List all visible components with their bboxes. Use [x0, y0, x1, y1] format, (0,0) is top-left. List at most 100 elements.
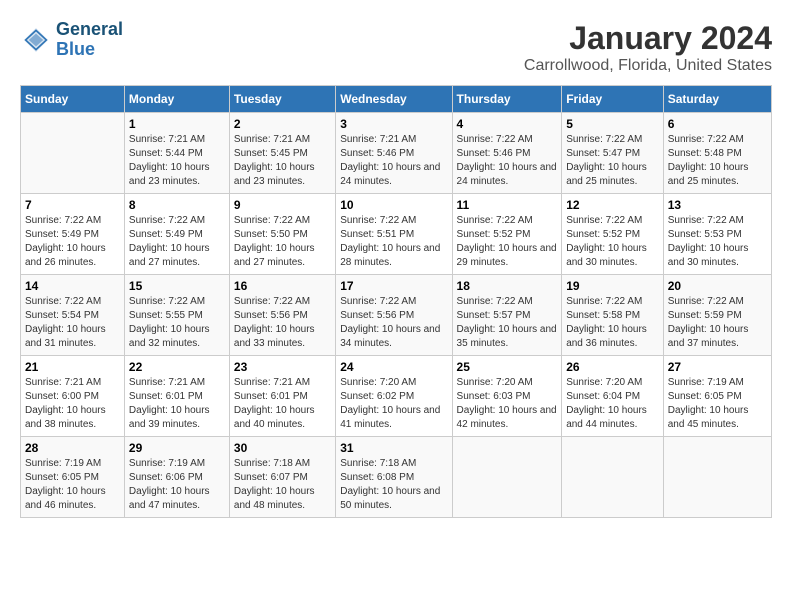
day-number: 25	[457, 360, 558, 374]
day-info: Sunrise: 7:19 AMSunset: 6:05 PMDaylight:…	[668, 376, 767, 432]
day-info: Sunrise: 7:22 AMSunset: 5:59 PMDaylight:…	[668, 295, 767, 351]
day-info: Sunrise: 7:22 AMSunset: 5:47 PMDaylight:…	[566, 133, 659, 189]
day-info: Sunrise: 7:22 AMSunset: 5:52 PMDaylight:…	[457, 214, 558, 270]
day-number: 30	[234, 441, 331, 455]
calendar-cell: 15 Sunrise: 7:22 AMSunset: 5:55 PMDayligh…	[124, 275, 229, 356]
calendar-cell: 27 Sunrise: 7:19 AMSunset: 6:05 PMDayligh…	[663, 356, 771, 437]
calendar-cell: 1 Sunrise: 7:21 AMSunset: 5:44 PMDaylight…	[124, 113, 229, 194]
day-info: Sunrise: 7:22 AMSunset: 5:50 PMDaylight:…	[234, 214, 331, 270]
calendar-cell: 11 Sunrise: 7:22 AMSunset: 5:52 PMDayligh…	[452, 194, 562, 275]
calendar-cell	[663, 437, 771, 518]
calendar-cell: 8 Sunrise: 7:22 AMSunset: 5:49 PMDaylight…	[124, 194, 229, 275]
day-number: 8	[129, 198, 225, 212]
day-number: 18	[457, 279, 558, 293]
day-header-saturday: Saturday	[663, 86, 771, 113]
day-info: Sunrise: 7:20 AMSunset: 6:03 PMDaylight:…	[457, 376, 558, 432]
page-header: General Blue January 2024 Carrollwood, F…	[20, 20, 772, 75]
day-info: Sunrise: 7:21 AMSunset: 6:01 PMDaylight:…	[129, 376, 225, 432]
calendar-week-1: 1 Sunrise: 7:21 AMSunset: 5:44 PMDaylight…	[21, 113, 772, 194]
calendar-cell: 30 Sunrise: 7:18 AMSunset: 6:07 PMDayligh…	[229, 437, 335, 518]
day-number: 23	[234, 360, 331, 374]
day-info: Sunrise: 7:22 AMSunset: 5:48 PMDaylight:…	[668, 133, 767, 189]
calendar-cell: 31 Sunrise: 7:18 AMSunset: 6:08 PMDayligh…	[336, 437, 452, 518]
day-number: 13	[668, 198, 767, 212]
day-info: Sunrise: 7:21 AMSunset: 6:00 PMDaylight:…	[25, 376, 120, 432]
day-number: 2	[234, 117, 331, 131]
day-number: 17	[340, 279, 447, 293]
day-header-sunday: Sunday	[21, 86, 125, 113]
day-info: Sunrise: 7:19 AMSunset: 6:06 PMDaylight:…	[129, 457, 225, 513]
day-number: 26	[566, 360, 659, 374]
day-info: Sunrise: 7:21 AMSunset: 5:45 PMDaylight:…	[234, 133, 331, 189]
calendar-cell: 9 Sunrise: 7:22 AMSunset: 5:50 PMDaylight…	[229, 194, 335, 275]
calendar-cell: 14Sunrise: 7:22 AMSunset: 5:54 PMDayligh…	[21, 275, 125, 356]
calendar-cell: 24 Sunrise: 7:20 AMSunset: 6:02 PMDayligh…	[336, 356, 452, 437]
calendar-cell: 13 Sunrise: 7:22 AMSunset: 5:53 PMDayligh…	[663, 194, 771, 275]
logo-text-blue: Blue	[56, 39, 95, 59]
day-info: Sunrise: 7:19 AMSunset: 6:05 PMDaylight:…	[25, 457, 120, 513]
day-number: 4	[457, 117, 558, 131]
day-number: 14	[25, 279, 120, 293]
logo-text-block: General Blue	[56, 20, 123, 60]
calendar-week-5: 28 Sunrise: 7:19 AMSunset: 6:05 PMDayligh…	[21, 437, 772, 518]
calendar-cell: 26 Sunrise: 7:20 AMSunset: 6:04 PMDayligh…	[562, 356, 664, 437]
calendar-cell: 18Sunrise: 7:22 AMSunset: 5:57 PMDayligh…	[452, 275, 562, 356]
day-info: Sunrise: 7:20 AMSunset: 6:04 PMDaylight:…	[566, 376, 659, 432]
day-number: 1	[129, 117, 225, 131]
day-info: Sunrise: 7:22 AMSunset: 5:56 PMDaylight:…	[234, 295, 331, 351]
calendar-cell: 19Sunrise: 7:22 AMSunset: 5:58 PMDayligh…	[562, 275, 664, 356]
day-info: Sunrise: 7:18 AMSunset: 6:07 PMDaylight:…	[234, 457, 331, 513]
page-subtitle: Carrollwood, Florida, United States	[524, 57, 772, 75]
day-info: Sunrise: 7:21 AMSunset: 6:01 PMDaylight:…	[234, 376, 331, 432]
calendar-cell: 20 Sunrise: 7:22 AMSunset: 5:59 PMDayligh…	[663, 275, 771, 356]
calendar-cell: 2 Sunrise: 7:21 AMSunset: 5:45 PMDaylight…	[229, 113, 335, 194]
day-number: 16	[234, 279, 331, 293]
calendar-cell: 28 Sunrise: 7:19 AMSunset: 6:05 PMDayligh…	[21, 437, 125, 518]
day-number: 28	[25, 441, 120, 455]
day-info: Sunrise: 7:18 AMSunset: 6:08 PMDaylight:…	[340, 457, 447, 513]
day-header-monday: Monday	[124, 86, 229, 113]
day-number: 11	[457, 198, 558, 212]
logo-text-general: General	[56, 19, 123, 39]
day-number: 22	[129, 360, 225, 374]
day-info: Sunrise: 7:22 AMSunset: 5:55 PMDaylight:…	[129, 295, 225, 351]
day-info: Sunrise: 7:22 AMSunset: 5:46 PMDaylight:…	[457, 133, 558, 189]
calendar-cell	[562, 437, 664, 518]
calendar-cell	[21, 113, 125, 194]
day-info: Sunrise: 7:22 AMSunset: 5:56 PMDaylight:…	[340, 295, 447, 351]
calendar-cell: 29 Sunrise: 7:19 AMSunset: 6:06 PMDayligh…	[124, 437, 229, 518]
day-info: Sunrise: 7:22 AMSunset: 5:53 PMDaylight:…	[668, 214, 767, 270]
page-title: January 2024	[524, 20, 772, 57]
day-number: 29	[129, 441, 225, 455]
calendar-cell: 6 Sunrise: 7:22 AMSunset: 5:48 PMDaylight…	[663, 113, 771, 194]
day-number: 31	[340, 441, 447, 455]
day-header-tuesday: Tuesday	[229, 86, 335, 113]
calendar-week-2: 7 Sunrise: 7:22 AMSunset: 5:49 PMDaylight…	[21, 194, 772, 275]
calendar-cell: 25 Sunrise: 7:20 AMSunset: 6:03 PMDayligh…	[452, 356, 562, 437]
day-number: 9	[234, 198, 331, 212]
day-header-friday: Friday	[562, 86, 664, 113]
day-number: 21	[25, 360, 120, 374]
day-number: 27	[668, 360, 767, 374]
day-header-wednesday: Wednesday	[336, 86, 452, 113]
day-number: 12	[566, 198, 659, 212]
day-number: 24	[340, 360, 447, 374]
day-number: 7	[25, 198, 120, 212]
day-number: 6	[668, 117, 767, 131]
day-info: Sunrise: 7:22 AMSunset: 5:49 PMDaylight:…	[25, 214, 120, 270]
day-info: Sunrise: 7:22 AMSunset: 5:52 PMDaylight:…	[566, 214, 659, 270]
logo: General Blue	[20, 20, 123, 60]
day-info: Sunrise: 7:21 AMSunset: 5:46 PMDaylight:…	[340, 133, 447, 189]
calendar-cell: 23 Sunrise: 7:21 AMSunset: 6:01 PMDayligh…	[229, 356, 335, 437]
calendar-cell: 21 Sunrise: 7:21 AMSunset: 6:00 PMDayligh…	[21, 356, 125, 437]
day-header-thursday: Thursday	[452, 86, 562, 113]
day-number: 15	[129, 279, 225, 293]
calendar-cell: 22 Sunrise: 7:21 AMSunset: 6:01 PMDayligh…	[124, 356, 229, 437]
calendar-cell: 17 Sunrise: 7:22 AMSunset: 5:56 PMDayligh…	[336, 275, 452, 356]
day-info: Sunrise: 7:22 AMSunset: 5:49 PMDaylight:…	[129, 214, 225, 270]
day-info: Sunrise: 7:21 AMSunset: 5:44 PMDaylight:…	[129, 133, 225, 189]
day-info: Sunrise: 7:20 AMSunset: 6:02 PMDaylight:…	[340, 376, 447, 432]
logo-icon	[20, 24, 52, 56]
day-number: 20	[668, 279, 767, 293]
calendar-cell: 3Sunrise: 7:21 AMSunset: 5:46 PMDaylight…	[336, 113, 452, 194]
